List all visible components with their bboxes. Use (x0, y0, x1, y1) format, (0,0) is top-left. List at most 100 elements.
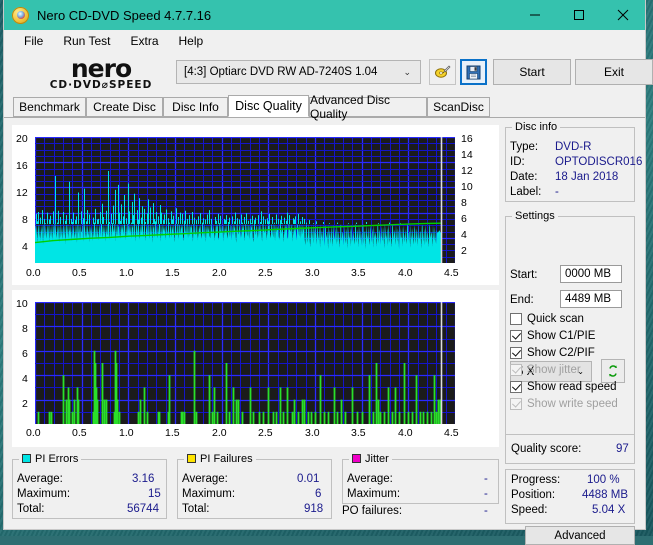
nero-logo: nero CD·DVD⌀SPEED (26, 56, 176, 91)
tab-create-disc[interactable]: Create Disc (86, 97, 163, 117)
pif-ytick-6: 6 (22, 348, 28, 360)
pie-y2tick-6: 6 (461, 213, 467, 225)
checkbox-box (510, 364, 522, 376)
pi-errors-total-value: 56744 (127, 503, 159, 515)
quality-score-value: 97 (616, 443, 629, 455)
menu-extra[interactable]: Extra (120, 32, 168, 50)
pi-failures-color-swatch (187, 454, 196, 463)
pi-failures-title: PI Failures (184, 453, 256, 465)
pif-xtick-6: 3.0 (305, 427, 320, 439)
pif-xtick-5: 2.5 (258, 427, 273, 439)
checkbox-show-c2-pif[interactable]: Show C2/PIF (510, 347, 595, 359)
disc-pen-icon-button[interactable] (429, 59, 456, 85)
toolbar: nero CD·DVD⌀SPEED [4:3] Optiarc DVD RW A… (4, 51, 645, 95)
jitter-average-label: Average: (347, 473, 393, 485)
pi-errors-color-swatch (22, 454, 31, 463)
save-icon-button[interactable] (460, 59, 487, 85)
disc-quality-panel: recorded with hp TS-LB23L 20 16 12 8 4 1… (4, 124, 645, 529)
pif-xtick-2: 1.0 (119, 427, 134, 439)
checkbox-box (510, 330, 522, 342)
tab-scandisc[interactable]: ScanDisc (427, 97, 490, 117)
disc-type-value: DVD-R (555, 141, 591, 153)
pif-chart: 10 8 6 4 2 0.0 0.5 1.0 1.5 2.0 2.5 3.0 3… (12, 290, 499, 447)
disc-type-label: Type: (510, 141, 538, 153)
pie-chart: 20 16 12 8 4 16 14 12 10 8 6 4 2 0.0 0.5… (12, 125, 499, 285)
pi-failures-total-label: Total: (182, 503, 210, 515)
pie-ytick-4: 4 (22, 241, 28, 253)
pi-errors-maximum-label: Maximum: (17, 488, 70, 500)
menu-run-test[interactable]: Run Test (53, 32, 120, 50)
close-button[interactable] (601, 0, 645, 30)
pie-xtick-8: 4.0 (398, 267, 413, 279)
pi-failures-average-label: Average: (182, 473, 228, 485)
window-controls (513, 0, 645, 30)
tab-advanced-disc-quality[interactable]: Advanced Disc Quality (309, 97, 427, 117)
nero-logo-word: nero (26, 56, 176, 81)
pie-xtick-1: 0.5 (72, 267, 87, 279)
pi-failures-maximum-value: 6 (315, 488, 321, 500)
drive-selector[interactable]: [4:3] Optiarc DVD RW AD-7240S 1.04 ⌄ (176, 60, 421, 84)
pie-xtick-3: 1.5 (165, 267, 180, 279)
pif-ytick-8: 8 (22, 323, 28, 335)
checkbox-quick-scan[interactable]: Quick scan (510, 313, 584, 325)
po-failures-label: PO failures: (342, 505, 402, 517)
menu-help[interactable]: Help (169, 32, 214, 50)
window-title: Nero CD-DVD Speed 4.7.7.16 (37, 8, 211, 23)
pie-y2tick-2: 2 (461, 245, 467, 257)
start-button[interactable]: Start (493, 59, 571, 85)
jitter-maximum-value: - (484, 488, 488, 500)
checkbox-box (510, 313, 522, 325)
speed-label: Speed: (511, 504, 547, 516)
refresh-arrows-icon (606, 364, 620, 378)
application-window: Nero CD-DVD Speed 4.7.7.16 File Run Test… (4, 0, 645, 529)
refresh-button[interactable] (601, 359, 625, 383)
disc-info-title: Disc info (512, 121, 560, 133)
pif-xtick-1: 0.5 (72, 427, 87, 439)
pie-y2tick-8: 8 (461, 197, 467, 209)
pif-ytick-2: 2 (22, 398, 28, 410)
checkbox-label: Show jitter (527, 364, 581, 376)
pie-ytick-16: 16 (16, 160, 28, 172)
disc-label-label: Label: (510, 186, 541, 198)
pie-xtick-4: 2.0 (212, 267, 227, 279)
tab-benchmark[interactable]: Benchmark (13, 97, 86, 117)
pie-xtick-7: 3.5 (351, 267, 366, 279)
disc-id-value: OPTODISCR016 (555, 156, 642, 168)
app-icon (12, 7, 29, 24)
pie-xtick-6: 3.0 (305, 267, 320, 279)
minimize-button[interactable] (513, 0, 557, 30)
pie-y2tick-4: 4 (461, 229, 467, 241)
checkbox-show-c1-pie[interactable]: Show C1/PIE (510, 330, 595, 342)
checkbox-label: Quick scan (527, 313, 584, 325)
pif-ytick-4: 4 (22, 373, 28, 385)
po-failures-value: - (484, 505, 488, 517)
pie-xtick-5: 2.5 (258, 267, 273, 279)
pif-ytick-10: 10 (16, 298, 28, 310)
pie-xtick-0: 0.0 (26, 267, 41, 279)
tab-disc-quality[interactable]: Disc Quality (228, 95, 309, 117)
pif-plot-area (35, 302, 455, 424)
pif-xtick-0: 0.0 (26, 427, 41, 439)
checkbox-show-jitter: Show jitter (510, 364, 581, 376)
disc-date-value: 18 Jan 2018 (555, 171, 618, 183)
maximize-button[interactable] (557, 0, 601, 30)
checkbox-label: Show read speed (527, 381, 617, 393)
drive-selector-value: [4:3] Optiarc DVD RW AD-7240S 1.04 (177, 66, 377, 78)
pi-errors-maximum-value: 15 (148, 488, 161, 500)
pie-plot-area (35, 137, 455, 263)
tab-strip: Benchmark Create Disc Disc Info Disc Qua… (4, 97, 645, 118)
checkbox-box (510, 381, 522, 393)
pi-errors-average-label: Average: (17, 473, 63, 485)
jitter-color-swatch (352, 454, 361, 463)
quality-score-label: Quality score: (511, 443, 581, 455)
jitter-title: Jitter (349, 453, 392, 465)
pif-xtick-8: 4.0 (398, 427, 413, 439)
exit-button[interactable]: Exit (575, 59, 653, 85)
checkbox-show-read-speed[interactable]: Show read speed (510, 381, 617, 393)
menu-file[interactable]: File (14, 32, 53, 50)
tab-disc-info[interactable]: Disc Info (163, 97, 228, 117)
pi-failures-maximum-label: Maximum: (182, 488, 235, 500)
end-position-input[interactable]: 4489 MB (560, 290, 622, 308)
start-position-input[interactable]: 0000 MB (560, 265, 622, 283)
disc-id-label: ID: (510, 156, 525, 168)
